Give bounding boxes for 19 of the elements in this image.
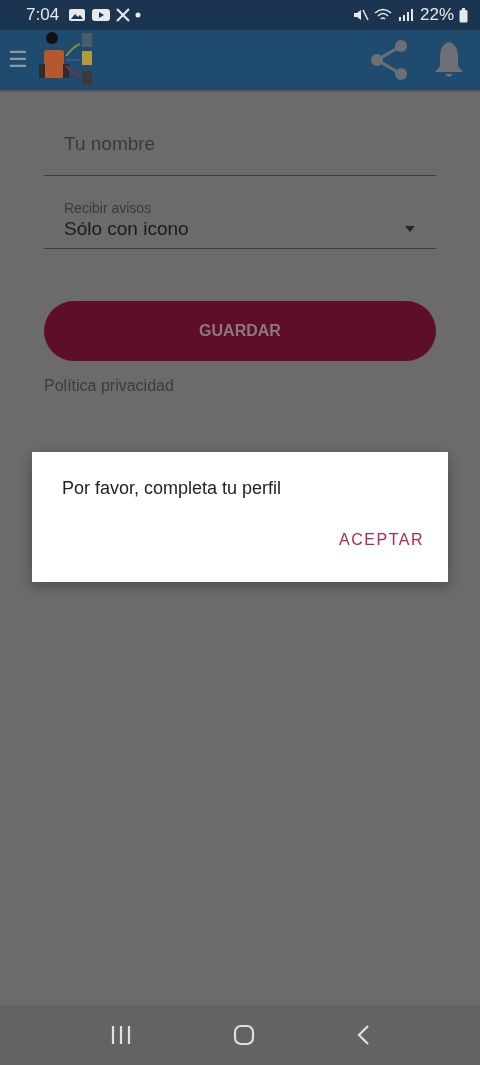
dropdown-value: Sólo con icono	[64, 218, 189, 240]
dialog-message: Por favor, completa tu perfil	[62, 478, 283, 499]
x-logo-icon	[116, 8, 131, 22]
save-button[interactable]: GUARDAR	[44, 301, 436, 361]
signal-icon	[396, 8, 415, 22]
recent-apps-icon[interactable]	[110, 1025, 133, 1045]
mute-icon	[352, 8, 369, 22]
video-icon	[91, 8, 112, 22]
home-icon[interactable]	[233, 1024, 255, 1046]
back-icon[interactable]	[355, 1024, 370, 1046]
wifi-icon	[373, 8, 392, 22]
notification-dot-icon	[135, 12, 142, 18]
status-time: 7:04	[26, 5, 60, 25]
battery-icon	[459, 7, 468, 23]
battery-percent: 22%	[419, 5, 454, 25]
accept-button[interactable]: ACEPTAR	[339, 527, 424, 553]
menu-button[interactable]: ☰	[8, 47, 28, 73]
gallery-icon	[68, 8, 87, 22]
dropdown-caret-icon	[404, 225, 416, 233]
